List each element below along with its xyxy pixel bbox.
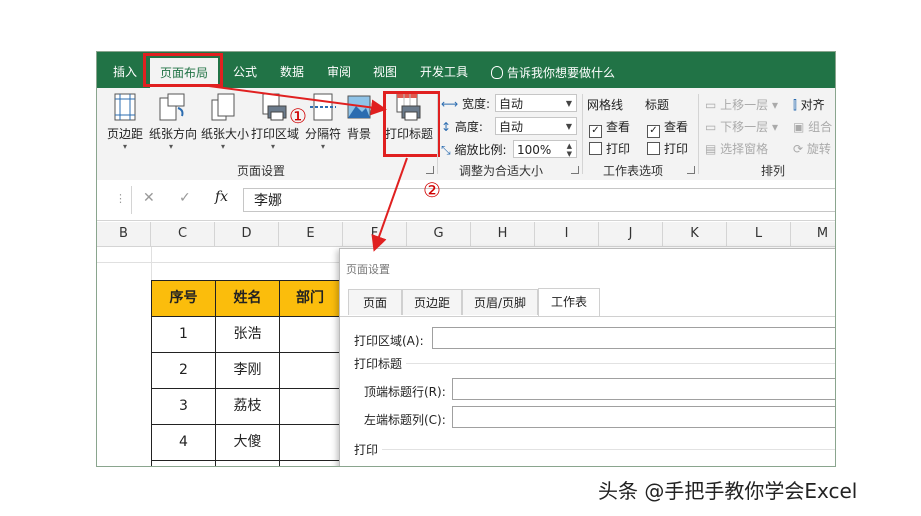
watermark: 头条 @手把手教你学会Excel [598, 479, 858, 503]
arrow-step2 [371, 157, 408, 252]
step2-annotation: ② [423, 178, 441, 202]
step1-annotation: ① [289, 104, 307, 128]
annotation-arrows [208, 85, 408, 252]
excel-window: 插入 页面布局 公式 数据 审阅 视图 开发工具 告诉我你想要做什么 页边距 ▾… [96, 51, 836, 467]
